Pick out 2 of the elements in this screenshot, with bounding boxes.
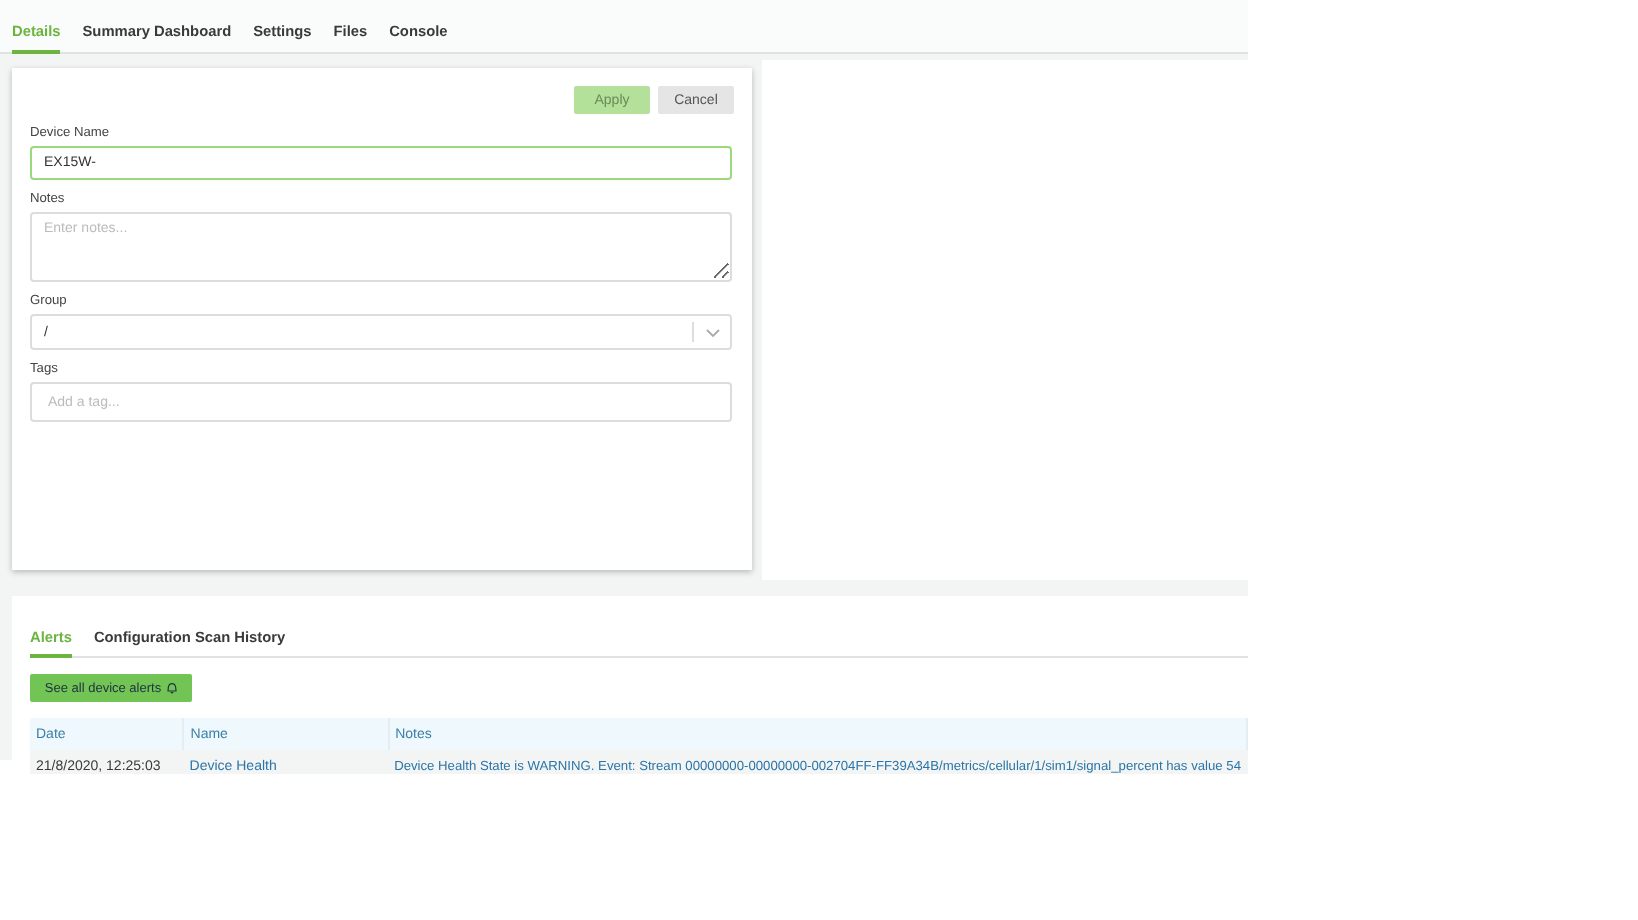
bell-icon: [165, 682, 178, 694]
chevron-down-icon: [706, 327, 720, 337]
